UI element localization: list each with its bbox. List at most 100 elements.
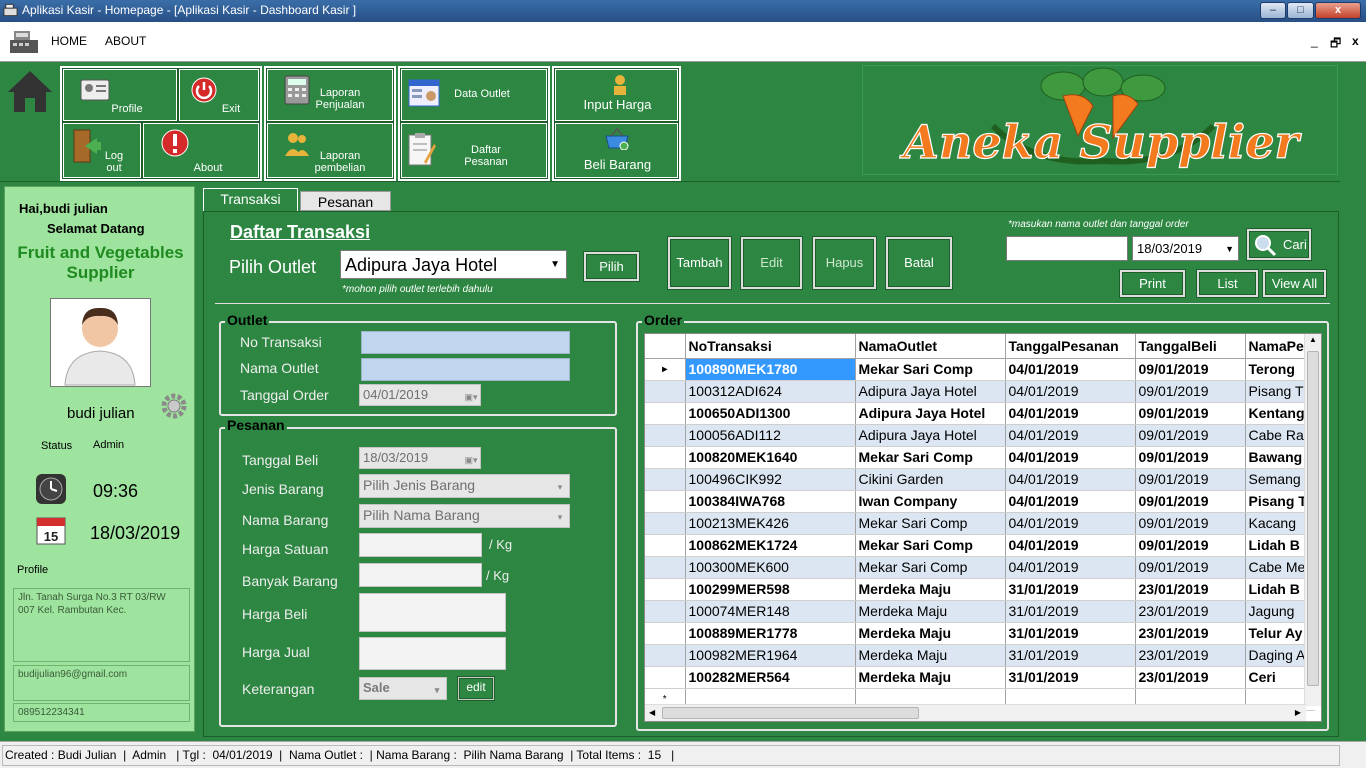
- row-header[interactable]: [645, 424, 686, 447]
- table-cell[interactable]: 04/01/2019: [1005, 490, 1136, 513]
- mdi-close-button[interactable]: x: [1352, 34, 1359, 48]
- minimize-button[interactable]: –: [1260, 2, 1286, 19]
- home-button[interactable]: [3, 65, 57, 119]
- row-header[interactable]: [645, 468, 686, 491]
- scrollbar-thumb[interactable]: [662, 707, 919, 719]
- table-cell[interactable]: 09/01/2019: [1135, 556, 1246, 579]
- banyak-barang-field[interactable]: [359, 563, 482, 587]
- table-cell[interactable]: 100213MEK426: [685, 512, 856, 535]
- row-header[interactable]: [645, 600, 686, 623]
- row-header[interactable]: [645, 512, 686, 535]
- table-cell[interactable]: Iwan Company: [855, 490, 1006, 513]
- tanggal-beli-picker[interactable]: 18/03/2019 ▣▾: [359, 447, 481, 469]
- table-row[interactable]: 100312ADI624 Adipura Jaya Hotel 04/01/2019…: [645, 380, 1315, 403]
- table-cell[interactable]: 100384IWA768: [685, 490, 856, 513]
- table-cell[interactable]: 23/01/2019: [1135, 644, 1246, 667]
- table-cell[interactable]: 100056ADI112: [685, 424, 856, 447]
- table-cell[interactable]: Mekar Sari Comp: [855, 512, 1006, 535]
- beli-barang-button[interactable]: Beli Barang: [554, 122, 679, 179]
- row-header[interactable]: [645, 622, 686, 645]
- table-cell[interactable]: 09/01/2019: [1135, 402, 1246, 425]
- table-cell[interactable]: 04/01/2019: [1005, 380, 1136, 403]
- keterangan-select[interactable]: Sale ▾: [359, 677, 447, 700]
- hapus-button[interactable]: Hapus: [812, 236, 877, 290]
- row-header[interactable]: [645, 644, 686, 667]
- table-cell[interactable]: 09/01/2019: [1135, 468, 1246, 491]
- table-cell[interactable]: 31/01/2019: [1005, 644, 1136, 667]
- profile-button[interactable]: Profile: [62, 68, 178, 122]
- table-cell[interactable]: 31/01/2019: [1005, 578, 1136, 601]
- table-cell[interactable]: 23/01/2019: [1135, 600, 1246, 623]
- tab-pesanan[interactable]: Pesanan: [300, 191, 391, 211]
- column-header[interactable]: NamaOutlet: [855, 334, 1006, 359]
- table-cell[interactable]: 31/01/2019: [1005, 622, 1136, 645]
- column-header[interactable]: TanggalPesanan: [1005, 334, 1136, 359]
- table-cell[interactable]: 100496CIK992: [685, 468, 856, 491]
- row-header[interactable]: [645, 666, 686, 689]
- data-outlet-button[interactable]: Data Outlet: [400, 68, 548, 122]
- scroll-right-icon[interactable]: ▶: [1295, 708, 1301, 717]
- row-header[interactable]: [645, 578, 686, 601]
- row-header[interactable]: [645, 380, 686, 403]
- table-cell[interactable]: 100299MER598: [685, 578, 856, 601]
- table-cell[interactable]: Adipura Jaya Hotel: [855, 424, 1006, 447]
- table-cell[interactable]: 100312ADI624: [685, 380, 856, 403]
- table-cell[interactable]: Cikini Garden: [855, 468, 1006, 491]
- search-outlet-input[interactable]: [1006, 236, 1128, 261]
- harga-satuan-field[interactable]: [359, 533, 482, 557]
- table-cell[interactable]: 31/01/2019: [1005, 666, 1136, 689]
- settings-gear-icon[interactable]: [159, 391, 189, 421]
- table-row[interactable]: ▸ 100890MEK1780 Mekar Sari Comp 04/01/2019 0…: [645, 358, 1315, 381]
- table-cell[interactable]: 09/01/2019: [1135, 358, 1246, 381]
- exit-button[interactable]: Exit: [178, 68, 260, 122]
- table-cell[interactable]: 09/01/2019: [1135, 512, 1246, 535]
- table-cell[interactable]: 100282MER564: [685, 666, 856, 689]
- table-row[interactable]: 100384IWA768 Iwan Company 04/01/2019 09/01/…: [645, 490, 1315, 513]
- row-header[interactable]: [645, 556, 686, 579]
- close-button[interactable]: x: [1315, 2, 1361, 19]
- order-grid[interactable]: NoTransaksi NamaOutlet TanggalPesanan Ta…: [644, 333, 1322, 722]
- table-cell[interactable]: 100074MER148: [685, 600, 856, 623]
- table-cell[interactable]: 100650ADI1300: [685, 402, 856, 425]
- table-row[interactable]: 100299MER598 Merdeka Maju 31/01/2019 23/01/…: [645, 578, 1315, 601]
- table-row[interactable]: 100862MEK1724 Mekar Sari Comp 04/01/2019 09…: [645, 534, 1315, 557]
- table-cell[interactable]: 31/01/2019: [1005, 600, 1136, 623]
- table-row[interactable]: 100889MER1778 Merdeka Maju 31/01/2019 23/01…: [645, 622, 1315, 645]
- nama-barang-select[interactable]: Pilih Nama Barang ▾: [359, 504, 570, 528]
- table-cell[interactable]: 04/01/2019: [1005, 446, 1136, 469]
- row-header[interactable]: [645, 490, 686, 513]
- edit-button[interactable]: Edit: [740, 236, 803, 290]
- laporan-pembelian-button[interactable]: Laporan pembelian: [266, 122, 394, 179]
- table-cell[interactable]: 04/01/2019: [1005, 556, 1136, 579]
- laporan-penjualan-button[interactable]: Laporan Penjualan: [266, 68, 394, 122]
- table-cell[interactable]: Merdeka Maju: [855, 600, 1006, 623]
- tambah-button[interactable]: Tambah: [667, 236, 732, 290]
- logout-button[interactable]: Log out: [62, 122, 142, 179]
- table-row[interactable]: 100074MER148 Merdeka Maju 31/01/2019 23/01/…: [645, 600, 1315, 623]
- table-cell[interactable]: 04/01/2019: [1005, 358, 1136, 381]
- print-button[interactable]: Print: [1119, 269, 1186, 298]
- table-cell[interactable]: 04/01/2019: [1005, 402, 1136, 425]
- pilih-button[interactable]: Pilih: [583, 251, 640, 282]
- scroll-left-icon[interactable]: ◀: [649, 708, 655, 717]
- table-cell[interactable]: 09/01/2019: [1135, 380, 1246, 403]
- tab-transaksi[interactable]: Transaksi: [203, 188, 298, 212]
- vertical-scrollbar[interactable]: ▲: [1304, 334, 1321, 706]
- search-date-picker[interactable]: 18/03/2019 ▼: [1132, 236, 1239, 261]
- table-cell[interactable]: 09/01/2019: [1135, 446, 1246, 469]
- table-cell[interactable]: 09/01/2019: [1135, 490, 1246, 513]
- horizontal-scrollbar[interactable]: ◀ ▶: [645, 704, 1306, 721]
- table-cell[interactable]: 04/01/2019: [1005, 468, 1136, 491]
- table-cell[interactable]: 100820MEK1640: [685, 446, 856, 469]
- harga-beli-field[interactable]: [359, 593, 506, 632]
- table-cell[interactable]: 23/01/2019: [1135, 622, 1246, 645]
- table-row[interactable]: 100300MEK600 Mekar Sari Comp 04/01/2019 09/…: [645, 556, 1315, 579]
- table-cell[interactable]: 04/01/2019: [1005, 424, 1136, 447]
- table-cell[interactable]: Merdeka Maju: [855, 578, 1006, 601]
- table-cell[interactable]: Adipura Jaya Hotel: [855, 402, 1006, 425]
- table-cell[interactable]: Mekar Sari Comp: [855, 446, 1006, 469]
- table-row[interactable]: 100056ADI112 Adipura Jaya Hotel 04/01/2019…: [645, 424, 1315, 447]
- row-header[interactable]: [645, 446, 686, 469]
- table-cell[interactable]: 09/01/2019: [1135, 424, 1246, 447]
- cari-button[interactable]: Cari: [1246, 228, 1312, 261]
